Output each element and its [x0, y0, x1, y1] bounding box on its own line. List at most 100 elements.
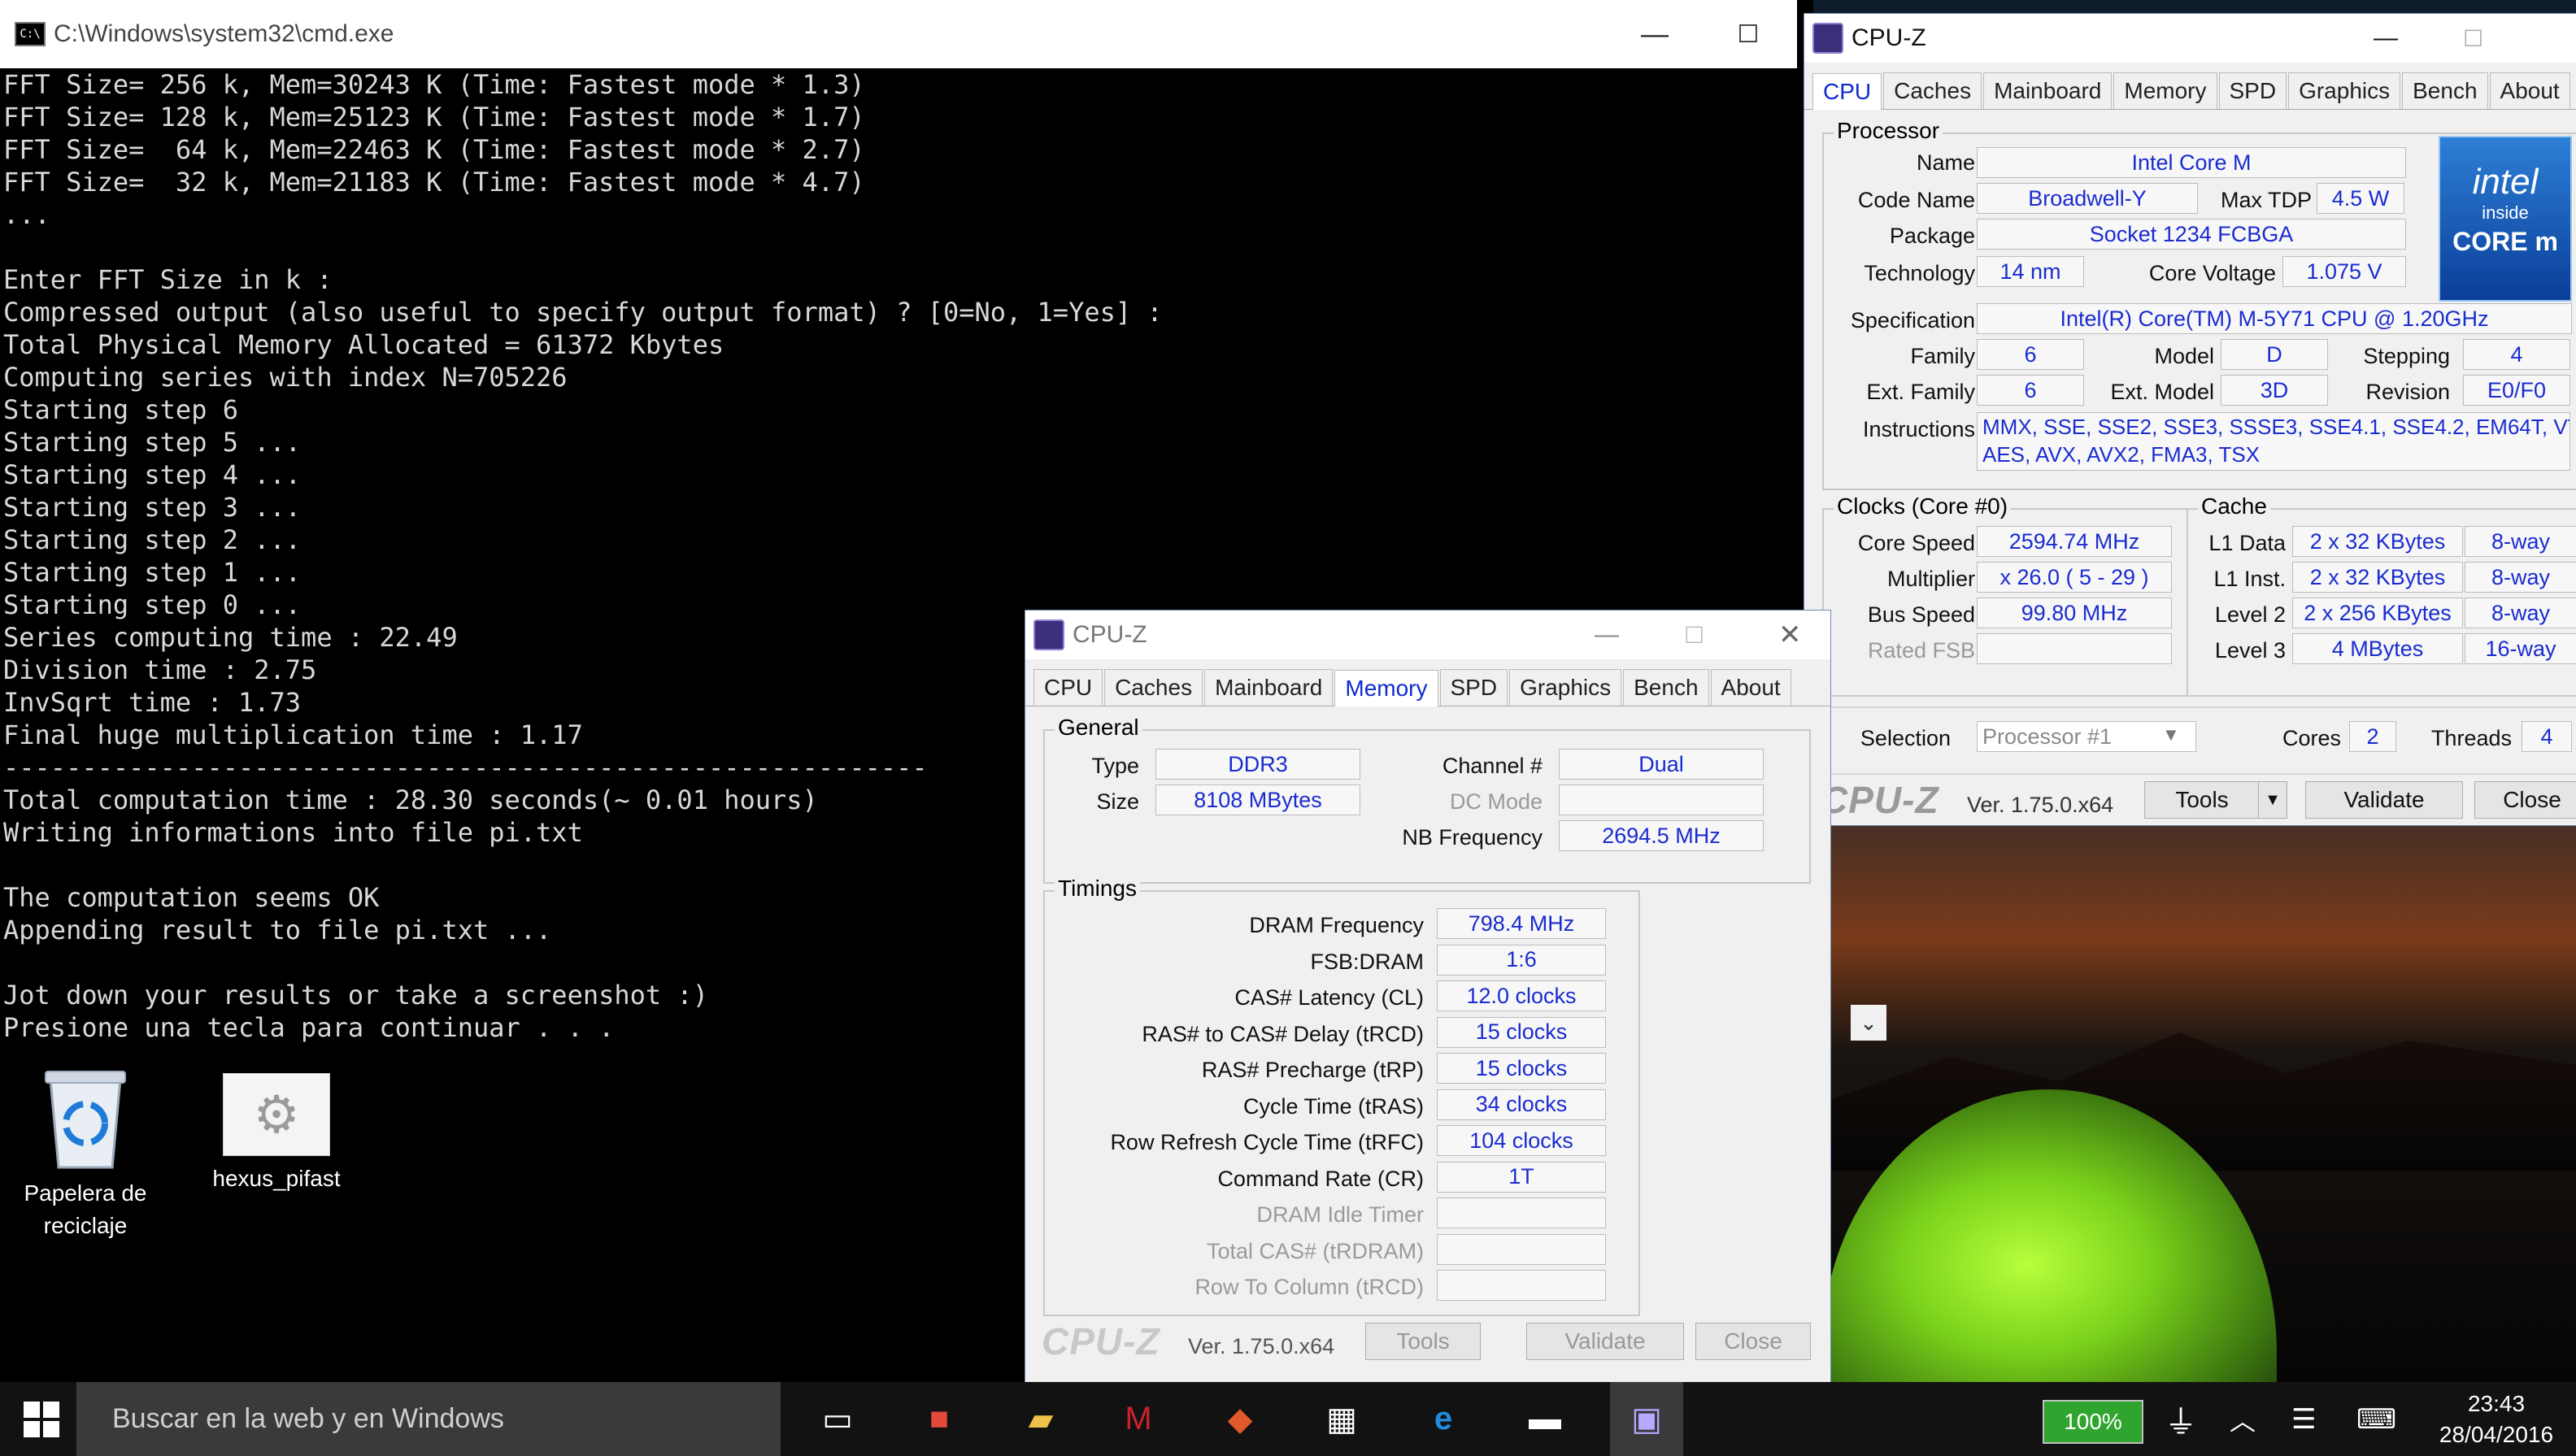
store-icon[interactable]: ▦ [1305, 1382, 1378, 1456]
cpuz-memory-tab-graphics[interactable]: Graphics [1509, 669, 1622, 706]
timing-value: 15 clocks [1437, 1016, 1606, 1048]
core-voltage-value: 1.075 V [2282, 256, 2406, 287]
cmd-output-line [3, 231, 1794, 263]
revision-value: E0/F0 [2463, 375, 2570, 406]
cpuz-brand-logo: CPU-Z [1821, 779, 1939, 821]
cpuz-memory-tab-mainboard[interactable]: Mainboard [1204, 669, 1334, 706]
cpuz-cpu-tab-caches[interactable]: Caches [1883, 72, 1982, 109]
cpuz-taskbar-icon[interactable]: ▣ [1610, 1382, 1683, 1456]
l1-inst-value: 2 x 32 KBytes [2292, 562, 2463, 593]
ext-family-value: 6 [1977, 375, 2084, 406]
cpuz-memory-tab-about[interactable]: About [1710, 669, 1791, 706]
power-plug-icon[interactable]: ⏚ [2165, 1382, 2197, 1456]
notification-icon[interactable]: ☰ [2291, 1382, 2316, 1456]
cpuz-memory-maximize-button[interactable]: ☐ [1684, 622, 1704, 649]
cpuz-cpu-titlebar[interactable]: CPU-Z — ☐ [1804, 14, 2576, 63]
stepping-value: 4 [2463, 339, 2570, 370]
keyboard-icon[interactable]: ⌨ [2356, 1382, 2396, 1456]
chevron-up-icon[interactable]: ︿ [2230, 1382, 2256, 1456]
cpuz-memory-tab-spd[interactable]: SPD [1439, 669, 1508, 706]
battery-indicator[interactable]: 100% [2043, 1400, 2143, 1444]
cpuz-memory-app-icon [1033, 619, 1064, 650]
recycle-bin-label-line2: reciclaje [43, 1213, 128, 1238]
cpuz-cpu-window-title: CPU-Z [1852, 24, 1926, 51]
cpuz-cpu-tab-mainboard[interactable]: Mainboard [1983, 72, 2113, 109]
cpuz-memory-tab-cpu[interactable]: CPU [1033, 669, 1103, 706]
cmd-output-line: Total Physical Memory Allocated = 61372 … [3, 329, 724, 360]
intel-logo-word: intel [2472, 162, 2539, 202]
memory-close-button[interactable]: Close [1695, 1323, 1811, 1360]
cmd-maximize-button[interactable]: ☐ [1708, 0, 1789, 68]
max-tdp-label: Max TDP [2220, 188, 2312, 212]
multiplier-label: Multiplier [1886, 567, 1975, 591]
cpuz-memory-titlebar[interactable]: CPU-Z — ☐ ✕ [1025, 611, 1830, 659]
red-app-icon[interactable]: ■ [903, 1382, 976, 1456]
tools-button[interactable]: Tools [2144, 781, 2260, 819]
validate-button[interactable]: Validate [2305, 781, 2463, 819]
task-view-icon[interactable]: ▭ [801, 1382, 874, 1456]
level2-value: 2 x 256 KBytes [2292, 598, 2463, 628]
channel-value: Dual [1559, 749, 1764, 780]
instructions-value: MMX, SSE, SSE2, SSE3, SSSE3, SSE4.1, SSE… [1977, 412, 2570, 471]
cpuz-memory-close-x[interactable]: ✕ [1778, 619, 1802, 651]
edge-browser-icon[interactable]: e [1407, 1382, 1480, 1456]
cmd-minimize-button[interactable]: — [1614, 0, 1695, 68]
cmd-output-line: Compressed output (also useful to specif… [3, 297, 1163, 328]
code-name-value: Broadwell-Y [1977, 183, 2198, 214]
orange-app-icon[interactable]: ◆ [1203, 1382, 1277, 1456]
instructions-label: Instructions [1862, 417, 1975, 441]
file-explorer-icon[interactable]: ▰ [1004, 1382, 1077, 1456]
package-label: Package [1889, 224, 1975, 248]
level3-value: 4 MBytes [2292, 633, 2463, 664]
tools-dropdown-arrow[interactable]: ▼ [2258, 781, 2287, 819]
windows-start-icon[interactable] [5, 1382, 78, 1456]
timing-label: Cycle Time (tRAS) [1242, 1093, 1424, 1119]
cpuz-minimize-button[interactable]: — [2374, 24, 2398, 52]
cpuz-cpu-tab-strip: CPU Caches Mainboard Memory SPD Graphics Bench… [1804, 63, 2576, 110]
stepping-label: Stepping [2363, 344, 2450, 368]
cpuz-memory-window[interactable]: CPU-Z — ☐ ✕ CPU Caches Mainboard Memory SPD G… [1025, 610, 1831, 1384]
instructions-line-1: MMX, SSE, SSE2, SSE3, SSSE3, SSE4.1, SSE… [1982, 415, 2570, 439]
cpuz-cpu-window[interactable]: CPU-Z — ☐ CPU Caches Mainboard Memory SPD Gra… [1804, 13, 2576, 826]
intel-logo-core-m: CORE m [2452, 227, 2558, 256]
cmd-window-title: C:\Windows\system32\cmd.exe [54, 20, 394, 47]
level2-way: 8-way [2465, 598, 2576, 628]
cpuz-cpu-tab-about[interactable]: About [2489, 72, 2570, 109]
level3-label: Level 3 [2214, 638, 2286, 663]
mcafee-icon[interactable]: M [1102, 1382, 1175, 1456]
chevron-down-icon[interactable]: ▼ [2162, 724, 2180, 745]
threads-value: 4 [2522, 721, 2572, 752]
cache-group-title: Cache [2198, 493, 2270, 519]
cpuz-cpu-tab-memory[interactable]: Memory [2113, 72, 2217, 109]
cmd-output-line: Starting step 1 ... [3, 557, 302, 588]
desktop-icon-hexus-pifast[interactable]: ⚙ hexus_pifast [199, 1073, 354, 1195]
cpuz-cpu-tab-bench[interactable]: Bench [2402, 72, 2488, 109]
desktop-icon-recycle-bin[interactable]: Papelera de reciclaje [8, 1065, 163, 1242]
cpuz-cpu-tab-cpu[interactable]: CPU [1812, 73, 1882, 110]
taskbar-search-box[interactable]: Buscar en la web y en Windows [76, 1382, 781, 1456]
cmd-output-line: Computing series with index N=705226 [3, 362, 568, 393]
cpuz-memory-tab-caches[interactable]: Caches [1104, 669, 1203, 706]
close-button[interactable]: Close [2474, 781, 2576, 819]
general-group-title: General [1055, 715, 1142, 741]
cpuz-memory-tab-bench[interactable]: Bench [1623, 669, 1709, 706]
memory-tools-button[interactable]: Tools [1365, 1323, 1481, 1360]
cpuz-maximize-button[interactable]: ☐ [2463, 25, 2483, 52]
timing-label: Total CAS# (tRDRAM) [1206, 1238, 1424, 1263]
max-tdp-value: 4.5 W [2317, 183, 2404, 214]
cmd-taskbar-icon[interactable]: ▬ [1508, 1382, 1582, 1456]
cpuz-memory-minimize-button[interactable]: — [1595, 621, 1619, 649]
timings-group-title: Timings [1055, 876, 1140, 902]
taskbar-clock[interactable]: 23:43 28/04/2016 [2423, 1389, 2569, 1450]
cmd-scroll-down-button[interactable]: ⌄ [1851, 1005, 1886, 1041]
model-label: Model [2154, 344, 2214, 368]
cmd-titlebar[interactable]: C:\ C:\Windows\system32\cmd.exe — ☐ [0, 0, 1797, 68]
threads-label: Threads [2430, 726, 2512, 750]
cpuz-cpu-tab-spd[interactable]: SPD [2218, 72, 2287, 109]
specification-value: Intel(R) Core(TM) M-5Y71 CPU @ 1.20GHz [1977, 303, 2572, 334]
cpuz-cpu-tab-graphics[interactable]: Graphics [2288, 72, 2401, 109]
size-label: Size [1096, 789, 1139, 814]
memory-validate-button[interactable]: Validate [1526, 1323, 1684, 1360]
cpuz-memory-tab-memory[interactable]: Memory [1334, 670, 1438, 706]
core-voltage-label: Core Voltage [2148, 261, 2276, 285]
